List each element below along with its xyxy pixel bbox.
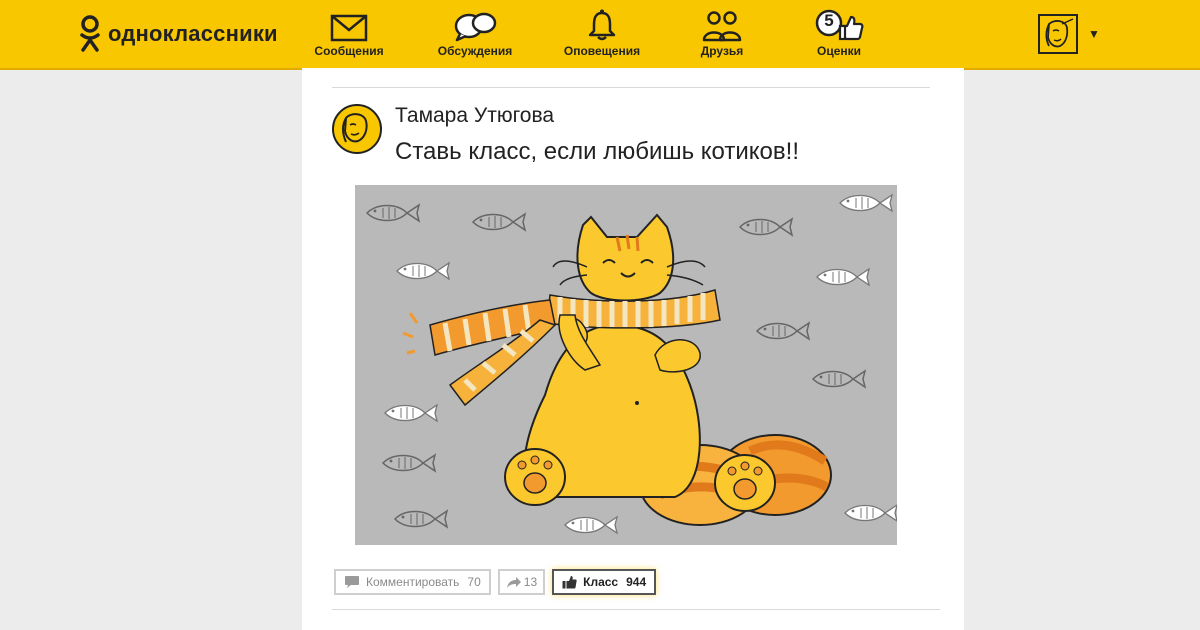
share-arrow-icon bbox=[506, 576, 521, 588]
nav-discussions-label: Обсуждения bbox=[437, 44, 513, 58]
user-avatar[interactable] bbox=[1038, 14, 1078, 54]
nav-notifications-label: Оповещения bbox=[563, 44, 641, 58]
feed-post-card: Тамара Утюгова Ставь класс, если любишь … bbox=[302, 68, 964, 630]
user-avatar-icon bbox=[1045, 18, 1074, 48]
share-count: 13 bbox=[523, 575, 538, 589]
klass-count: 944 bbox=[626, 575, 647, 589]
nav-friends-label: Друзья bbox=[700, 44, 744, 58]
nav-ratings[interactable]: 5 Оценки bbox=[784, 6, 894, 64]
post-author-avatar[interactable] bbox=[332, 104, 382, 154]
cat-with-scarf-illustration bbox=[366, 194, 897, 534]
post-image[interactable] bbox=[355, 185, 897, 545]
envelope-icon bbox=[330, 14, 368, 42]
speech-bubbles-icon bbox=[454, 12, 497, 42]
nav-discussions[interactable]: Обсуждения bbox=[420, 6, 530, 64]
nav-messages-label: Сообщения bbox=[314, 44, 384, 58]
klass-label: Класс bbox=[583, 575, 619, 589]
divider-bottom bbox=[332, 609, 940, 610]
ok-logo-icon bbox=[80, 15, 100, 52]
profile-menu[interactable]: ▼ bbox=[1038, 14, 1100, 54]
post-text: Ставь класс, если любишь котиков!! bbox=[395, 138, 799, 165]
comment-count: 70 bbox=[467, 575, 481, 589]
divider-top bbox=[332, 87, 930, 88]
nav-ratings-label: Оценки bbox=[816, 44, 861, 58]
top-bar: одноклассники Сообщения Обсуждения Опове… bbox=[0, 0, 1200, 70]
share-button[interactable]: 13 bbox=[497, 569, 546, 595]
bell-icon bbox=[588, 9, 616, 41]
dropdown-caret-icon[interactable]: ▼ bbox=[1088, 27, 1100, 41]
post-author-name[interactable]: Тамара Утюгова bbox=[395, 104, 554, 128]
comment-button[interactable]: Комментировать 70 bbox=[334, 569, 491, 595]
comment-icon bbox=[345, 576, 359, 588]
comment-label: Комментировать bbox=[366, 575, 460, 589]
author-avatar-icon bbox=[342, 113, 368, 143]
ratings-badge: 5 bbox=[824, 11, 834, 30]
thumbs-up-icon bbox=[562, 576, 577, 589]
post-actions: Комментировать 70 13 Класс 944 bbox=[334, 569, 657, 595]
site-logo[interactable]: одноклассники bbox=[78, 12, 278, 56]
nav-messages[interactable]: Сообщения bbox=[294, 6, 404, 64]
rating-thumbs-up-icon bbox=[815, 9, 864, 41]
nav-friends[interactable]: Друзья bbox=[667, 6, 777, 64]
friends-icon bbox=[702, 11, 742, 42]
brand-name: одноклассники bbox=[108, 21, 278, 46]
klass-like-button[interactable]: Класс 944 bbox=[552, 569, 657, 595]
nav-notifications[interactable]: Оповещения bbox=[547, 6, 657, 64]
